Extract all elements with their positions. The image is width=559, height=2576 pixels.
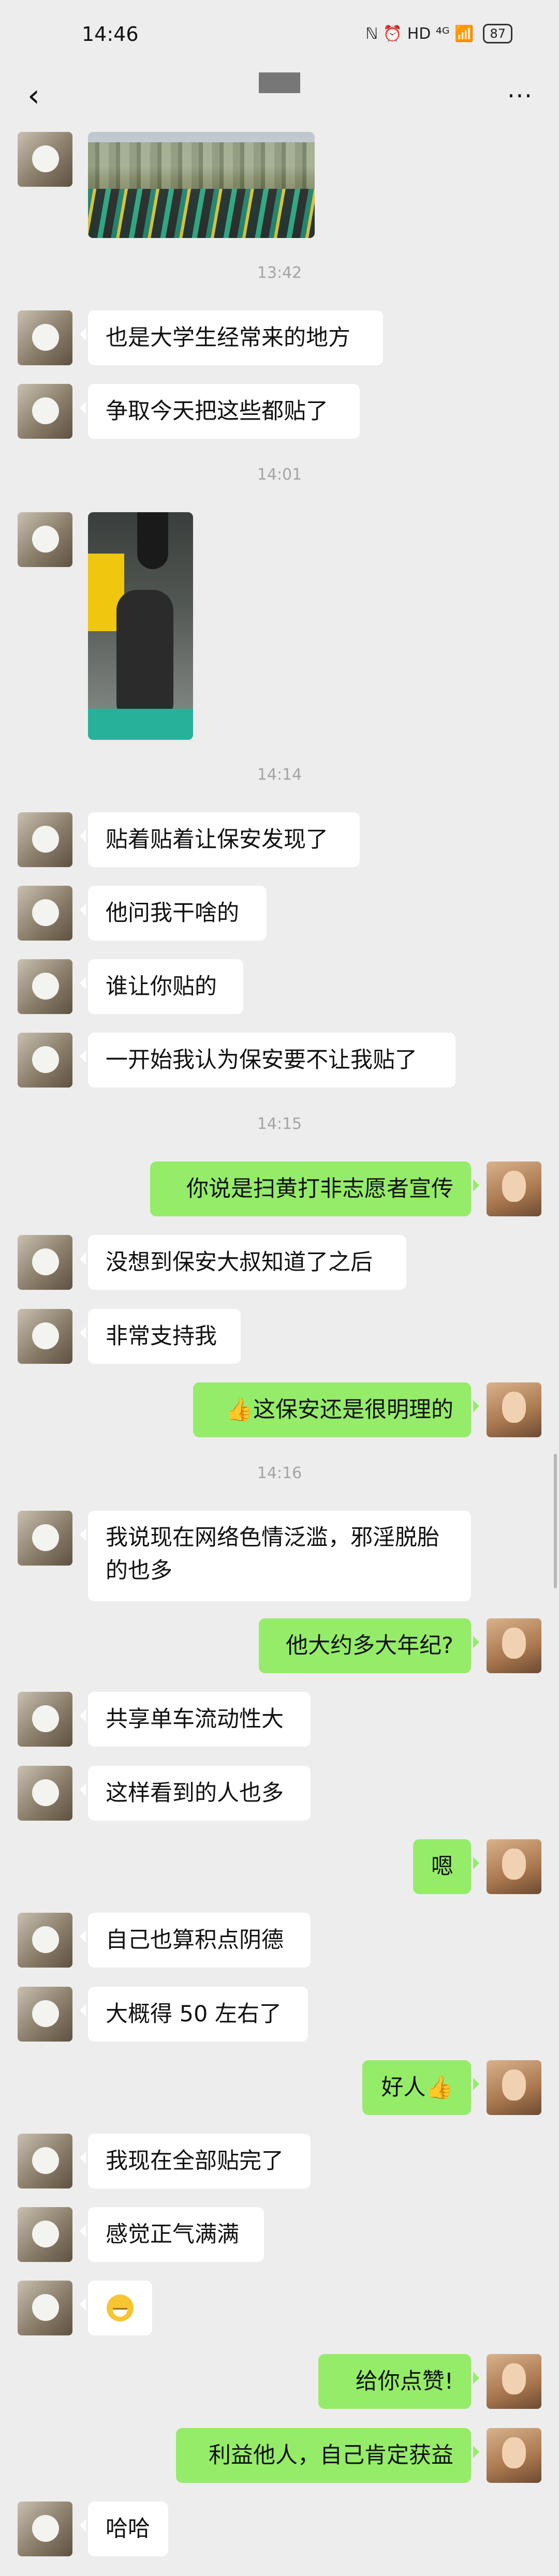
image-message-scooter[interactable]: [88, 512, 193, 740]
contact-avatar[interactable]: [18, 384, 72, 439]
contact-avatar[interactable]: [18, 1235, 72, 1290]
battery-icon: 87: [483, 24, 512, 43]
message-bubble-sent[interactable]: 好人👍: [362, 2060, 479, 2115]
message-bubble[interactable]: 他问我干啥的: [80, 886, 267, 941]
contact-avatar[interactable]: [18, 512, 72, 567]
contact-avatar[interactable]: [18, 132, 72, 187]
my-avatar[interactable]: [487, 2354, 541, 2409]
chat-title-redacted: [259, 72, 300, 93]
image-message-bikes[interactable]: [88, 132, 315, 238]
message-bubble[interactable]: 共享单车流动性大: [80, 1692, 311, 1747]
contact-avatar[interactable]: [18, 2134, 72, 2188]
status-icons: ℕ ⏰ HD ⁴ᴳ 📶 87: [365, 24, 512, 43]
message-bubble[interactable]: 没想到保安大叔知道了之后: [80, 1235, 406, 1290]
message-bubble[interactable]: 谁让你贴的: [80, 959, 243, 1014]
contact-avatar[interactable]: [18, 1692, 72, 1747]
message-bubble-sent[interactable]: 嗯: [413, 1839, 479, 1894]
message-bubble[interactable]: 非常支持我: [80, 1309, 241, 1364]
status-indicator-icons: ℕ ⏰ HD ⁴ᴳ 📶: [365, 24, 474, 43]
message-bubble[interactable]: 贴着贴着让保安发现了: [80, 812, 360, 867]
my-avatar[interactable]: [487, 2428, 541, 2483]
message-bubble[interactable]: 一开始我认为保安要不让我贴了: [80, 1033, 455, 1088]
message-bubble[interactable]: 我说现在网络色情泛滥，邪淫脱胎的也多: [80, 1511, 471, 1601]
timestamp: 14:16: [257, 1464, 302, 1482]
my-avatar[interactable]: [487, 1839, 541, 1894]
contact-avatar[interactable]: [18, 1309, 72, 1364]
message-bubble[interactable]: 我现在全部贴完了: [80, 2134, 311, 2188]
message-bubble-sent[interactable]: 👍这保安还是很明理的: [193, 1382, 479, 1437]
message-bubble[interactable]: 争取今天把这些都贴了: [80, 384, 360, 439]
message-bubble[interactable]: 自己也算积点阴德: [80, 1913, 311, 1968]
contact-avatar[interactable]: [18, 1987, 72, 2042]
contact-avatar[interactable]: [18, 2281, 72, 2335]
message-bubble[interactable]: 感觉正气满满: [80, 2207, 264, 2262]
my-avatar[interactable]: [487, 2060, 541, 2115]
contact-avatar[interactable]: [18, 310, 72, 365]
timestamp: 14:15: [257, 1115, 302, 1133]
contact-avatar[interactable]: [18, 959, 72, 1014]
contact-avatar[interactable]: [18, 1766, 72, 1821]
grinning-face-icon: [107, 2295, 134, 2321]
message-bubble-sent[interactable]: 利益他人，自己肯定获益: [176, 2428, 479, 2483]
contact-avatar[interactable]: [18, 812, 72, 867]
message-bubble-sent[interactable]: 给你点赞!: [318, 2354, 479, 2409]
my-avatar[interactable]: [487, 1162, 541, 1216]
contact-avatar[interactable]: [18, 1033, 72, 1088]
message-bubble[interactable]: 也是大学生经常来的地方: [80, 310, 383, 365]
timestamp: 14:01: [257, 466, 302, 484]
contact-avatar[interactable]: [18, 2207, 72, 2262]
my-avatar[interactable]: [487, 1618, 541, 1673]
message-bubble[interactable]: 大概得 50 左右了: [80, 1987, 308, 2042]
timestamp: 14:14: [257, 766, 302, 784]
status-bar: 14:46 ℕ ⏰ HD ⁴ᴳ 📶 87: [0, 0, 559, 67]
emoji-message[interactable]: [80, 2281, 152, 2335]
my-avatar[interactable]: [487, 1382, 541, 1437]
contact-avatar[interactable]: [18, 1913, 72, 1968]
message-bubble[interactable]: 这样看到的人也多: [80, 1766, 311, 1821]
contact-avatar[interactable]: [18, 1511, 72, 1566]
status-time: 14:46: [82, 23, 139, 46]
contact-avatar[interactable]: [18, 2501, 72, 2556]
contact-avatar[interactable]: [18, 886, 72, 941]
message-bubble-sent[interactable]: 他大约多大年纪?: [259, 1618, 479, 1673]
scrollbar[interactable]: [554, 1454, 557, 1588]
message-bubble-sent[interactable]: 你说是扫黄打非志愿者宣传: [150, 1162, 479, 1216]
message-bubble[interactable]: 哈哈: [80, 2501, 168, 2556]
back-icon[interactable]: ‹: [16, 78, 52, 114]
timestamp: 13:42: [257, 264, 302, 282]
more-options-icon[interactable]: ···: [502, 78, 538, 114]
